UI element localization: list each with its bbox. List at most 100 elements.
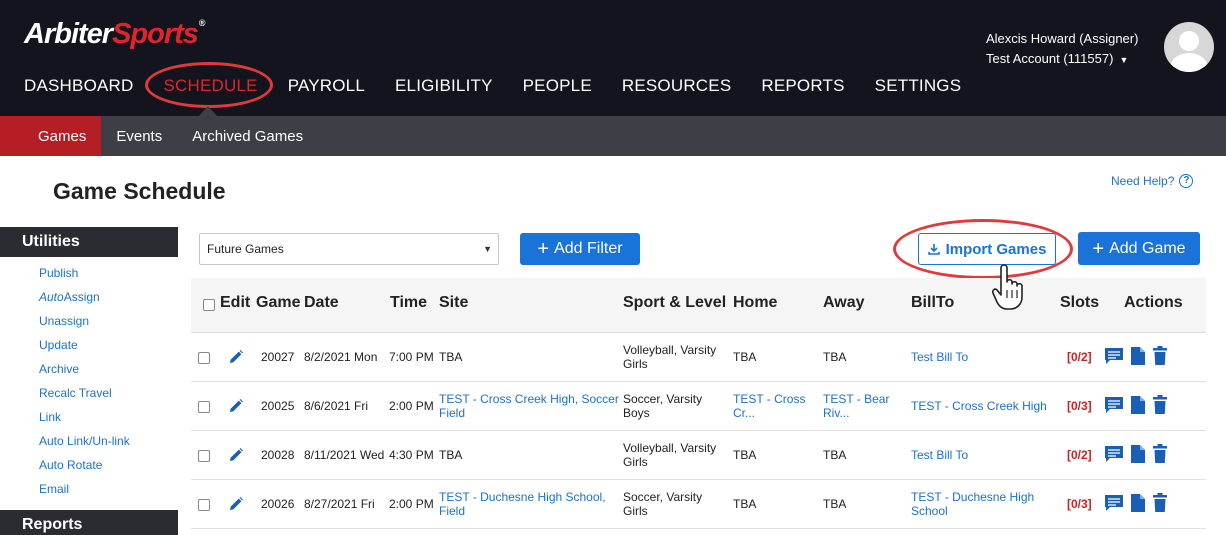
table-row: 20026 8/27/2021 Fri 2:00 PM TEST - Duchesne…	[191, 480, 1206, 529]
bill-to[interactable]: Test Bill To	[911, 350, 1056, 364]
trash-icon[interactable]	[1152, 493, 1168, 513]
sidebar-link-recalc-travel[interactable]: Recalc Travel	[39, 384, 130, 408]
row-actions	[1104, 395, 1168, 415]
nav-resources[interactable]: RESOURCES	[622, 76, 732, 96]
edit-pencil-icon[interactable]	[228, 398, 244, 414]
sidebar-heading-utilities: Utilities	[0, 227, 178, 257]
edit-pencil-icon[interactable]	[228, 447, 244, 463]
game-site[interactable]: TEST - Cross Creek High, Soccer Field	[439, 392, 624, 420]
sidebar-link-link[interactable]: Link	[39, 408, 130, 432]
trash-icon[interactable]	[1152, 346, 1168, 366]
row-checkbox[interactable]	[198, 401, 210, 413]
home-team: TBA	[733, 350, 818, 364]
col-game[interactable]: Game	[256, 294, 300, 312]
edit-pencil-icon[interactable]	[228, 349, 244, 365]
document-icon[interactable]	[1130, 346, 1146, 366]
subnav-archived-games[interactable]: Archived Games	[177, 116, 318, 156]
row-checkbox[interactable]	[198, 352, 210, 364]
trash-icon[interactable]	[1152, 444, 1168, 464]
page-title: Game Schedule	[53, 178, 226, 204]
avatar-body-shape	[1170, 53, 1208, 72]
document-icon[interactable]	[1130, 493, 1146, 513]
col-sport-level[interactable]: Sport & Level	[623, 294, 726, 312]
highlight-ring-import	[893, 219, 1073, 279]
bill-to[interactable]: Test Bill To	[911, 448, 1056, 462]
sidebar-link-auto-rotate[interactable]: Auto Rotate	[39, 456, 130, 480]
home-team[interactable]: TEST - Cross Cr...	[733, 392, 818, 420]
sport-level-line1: Volleyball, Varsity	[623, 343, 717, 357]
document-icon[interactable]	[1130, 444, 1146, 464]
row-checkbox[interactable]	[198, 499, 210, 511]
add-filter-button[interactable]: + Add Filter	[520, 233, 640, 265]
sport-level-line2: Girls	[623, 504, 648, 518]
away-team[interactable]: TEST - Bear Riv...	[823, 392, 903, 420]
home-team-line1: TBA	[733, 497, 757, 511]
nav-dashboard[interactable]: DASHBOARD	[24, 76, 134, 96]
arbitersports-logo[interactable]: ArbiterSports®	[24, 18, 206, 51]
game-id: 20027	[261, 350, 295, 364]
sidebar-link-update[interactable]: Update	[39, 336, 130, 360]
sport-level-line1: Volleyball, Varsity	[623, 441, 717, 455]
bill-to[interactable]: TEST - Cross Creek High	[911, 399, 1056, 413]
row-actions	[1104, 444, 1168, 464]
user-menu[interactable]: Alexcis Howard (Assigner) Test Account (…	[986, 29, 1138, 70]
sport-level-line2: Boys	[623, 406, 650, 420]
sidebar-link-archive[interactable]: Archive	[39, 360, 130, 384]
sub-nav: Games Events Archived Games	[0, 116, 1226, 156]
nav-reports[interactable]: REPORTS	[761, 76, 844, 96]
slots-count[interactable]: [0/3]	[1067, 497, 1092, 511]
slots-count[interactable]: [0/2]	[1067, 448, 1092, 462]
slots-count[interactable]: [0/3]	[1067, 399, 1092, 413]
subnav-games[interactable]: Games	[0, 116, 102, 156]
sidebar-link-email[interactable]: Email	[39, 480, 130, 504]
col-site[interactable]: Site	[439, 294, 468, 312]
sidebar-link-unassign[interactable]: Unassign	[39, 312, 130, 336]
sport-level: Soccer, Varsity Girls	[623, 490, 702, 518]
row-checkbox[interactable]	[198, 450, 210, 462]
games-filter-select[interactable]: Future Games ▼	[199, 233, 499, 265]
sidebar-link-autoassign[interactable]: AutoAssign	[39, 288, 130, 312]
sidebar-link-publish[interactable]: Publish	[39, 264, 130, 288]
table-row: 20028 8/11/2021 Wed 4:30 PM TBA Volleyball, …	[191, 431, 1206, 480]
nav-eligibility[interactable]: ELIGIBILITY	[395, 76, 493, 96]
game-site-line2: Field	[439, 406, 466, 420]
nav-payroll[interactable]: PAYROLL	[288, 76, 365, 96]
comment-icon[interactable]	[1104, 494, 1124, 512]
col-time[interactable]: Time	[390, 294, 427, 312]
avatar[interactable]	[1164, 22, 1214, 72]
comment-icon[interactable]	[1104, 347, 1124, 365]
col-slots: Slots	[1060, 294, 1100, 311]
sport-level-line2: Girls	[623, 455, 648, 469]
add-game-button[interactable]: + Add Game	[1078, 232, 1200, 265]
user-account[interactable]: Test Account (111557) ▼	[986, 49, 1138, 70]
col-billto[interactable]: BillTo	[911, 294, 954, 312]
trash-icon[interactable]	[1152, 395, 1168, 415]
bill-to-line1: Test Bill To	[911, 448, 969, 462]
home-team: TBA	[733, 497, 818, 511]
col-actions: Actions	[1124, 294, 1183, 311]
bill-to[interactable]: TEST - Duchesne High School	[911, 490, 1056, 518]
edit-pencil-icon[interactable]	[228, 496, 244, 512]
game-site[interactable]: TEST - Duchesne High School, Field	[439, 490, 624, 518]
game-time: 7:00 PM	[389, 350, 434, 364]
nav-settings[interactable]: SETTINGS	[875, 76, 962, 96]
subnav-events[interactable]: Events	[101, 116, 177, 156]
home-team-line1: TBA	[733, 350, 757, 364]
sport-level: Volleyball, Varsity Girls	[623, 441, 716, 469]
need-help-link[interactable]: Need Help??	[1111, 174, 1194, 188]
sport-level-line1: Soccer, Varsity	[623, 490, 703, 504]
slots-count[interactable]: [0/2]	[1067, 350, 1092, 364]
col-date[interactable]: Date	[304, 294, 339, 312]
nav-people[interactable]: PEOPLE	[523, 76, 592, 96]
bill-to-line2: School	[911, 504, 948, 518]
comment-icon[interactable]	[1104, 396, 1124, 414]
document-icon[interactable]	[1130, 395, 1146, 415]
home-team-line2: Cr...	[733, 406, 756, 420]
sidebar-link-auto-link-un-link[interactable]: Auto Link/Un-link	[39, 432, 130, 456]
home-team: TBA	[733, 448, 818, 462]
col-home[interactable]: Home	[733, 294, 777, 312]
sport-level: Soccer, Varsity Boys	[623, 392, 702, 420]
select-all-checkbox[interactable]	[203, 299, 215, 311]
col-away[interactable]: Away	[823, 294, 865, 312]
comment-icon[interactable]	[1104, 445, 1124, 463]
